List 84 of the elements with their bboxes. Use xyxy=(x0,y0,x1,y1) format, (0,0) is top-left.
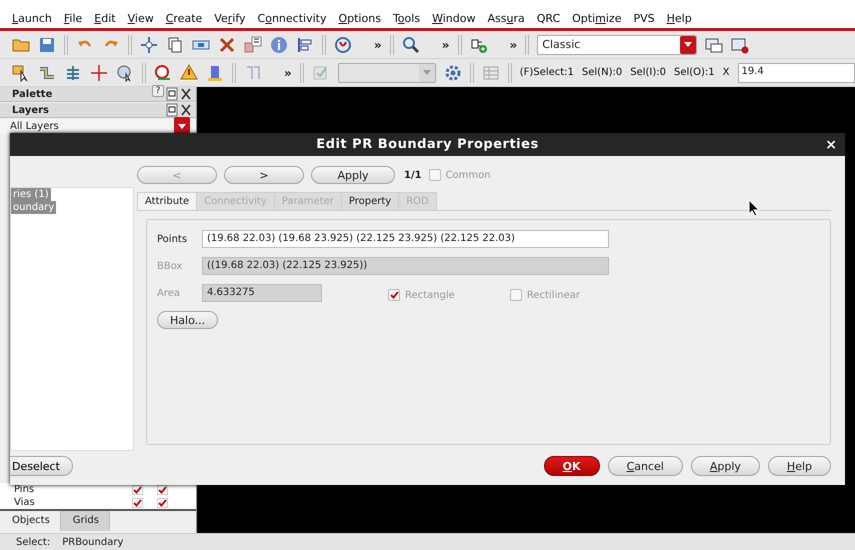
selection-count: Sel(N):0 xyxy=(582,67,622,78)
marker-icon[interactable] xyxy=(154,64,172,82)
warning-icon[interactable] xyxy=(180,64,198,82)
field-label: BBox xyxy=(157,260,184,272)
gear-icon[interactable] xyxy=(444,64,462,82)
caret-icon xyxy=(684,42,692,47)
selection-count: Sel(O):1 xyxy=(674,67,715,78)
select-cursor-icon[interactable] xyxy=(12,64,30,82)
record-counter: 1/1 xyxy=(404,170,422,180)
field-label: Points xyxy=(157,234,188,244)
move-icon[interactable] xyxy=(140,36,158,54)
overflow-chevron[interactable]: » xyxy=(510,38,518,52)
window-icon[interactable] xyxy=(705,36,724,54)
ruler-icon[interactable] xyxy=(206,64,224,82)
crosshair-icon[interactable] xyxy=(90,64,108,82)
halo-button[interactable]: Halo... xyxy=(157,311,218,329)
copy-icon[interactable] xyxy=(166,36,184,54)
menu-item[interactable]: Connectivity xyxy=(258,12,326,28)
checkbox[interactable] xyxy=(510,289,522,301)
menu-item[interactable]: Window xyxy=(432,12,476,28)
dialog-tab[interactable]: Attribute xyxy=(137,192,198,210)
nav-button[interactable]: Apply xyxy=(311,166,395,184)
panel-tab[interactable]: Grids xyxy=(60,511,110,531)
input-field[interactable]: ((19.68 22.03) (22.125 23.925)) xyxy=(202,257,609,275)
selection-count: (F)Select:1 xyxy=(520,67,574,78)
search-icon[interactable] xyxy=(402,36,420,54)
status-label: Select: xyxy=(16,536,50,548)
dialog-button[interactable]: Help xyxy=(768,456,831,476)
coordinate-field[interactable]: 19.4 xyxy=(738,62,855,82)
info-icon[interactable] xyxy=(270,36,288,54)
align-icon[interactable] xyxy=(296,36,314,54)
menu-item[interactable]: Assura xyxy=(487,12,525,28)
input-field[interactable]: 4.633275 xyxy=(202,284,322,302)
caret-icon xyxy=(178,124,186,128)
dialog-button[interactable]: Cancel xyxy=(608,456,683,476)
menu-item[interactable]: Edit xyxy=(94,12,116,28)
selectable-checkbox[interactable] xyxy=(157,498,168,508)
layers-icon[interactable] xyxy=(64,64,82,82)
window-close-icon[interactable] xyxy=(731,36,750,54)
overflow-chevron[interactable]: » xyxy=(442,38,450,52)
caret-icon xyxy=(422,70,431,75)
close-button[interactable]: × xyxy=(825,137,837,153)
dialog-title: Edit PR Boundary Properties xyxy=(316,137,539,152)
checkbox-label: Rectangle xyxy=(405,290,455,300)
checkbox-label: Common xyxy=(446,170,491,180)
selection-count: Sel(I):0 xyxy=(630,67,666,78)
save-icon[interactable] xyxy=(38,36,56,54)
float-icon[interactable] xyxy=(166,85,178,103)
overflow-chevron[interactable]: » xyxy=(374,38,382,52)
menu-item[interactable]: View xyxy=(128,12,154,28)
status-value: PRBoundary xyxy=(62,536,124,548)
menu-item[interactable]: Optimize xyxy=(572,12,622,28)
overflow-chevron[interactable]: » xyxy=(284,66,292,80)
checkbox[interactable] xyxy=(388,289,400,301)
float-icon[interactable] xyxy=(166,101,178,119)
panel-title: Layers xyxy=(12,104,49,116)
dialog-tab[interactable]: Property xyxy=(340,192,400,210)
deselect-button[interactable]: Deselect xyxy=(10,456,73,476)
dialog-button[interactable]: Apply xyxy=(690,456,760,476)
menu-item[interactable]: QRC xyxy=(536,12,560,28)
dialog-button[interactable]: OK xyxy=(544,456,600,476)
menu-item[interactable]: PVS xyxy=(633,12,655,28)
nav-button[interactable]: > xyxy=(224,166,304,184)
menu-item[interactable]: Options xyxy=(338,12,381,28)
workspace-select[interactable]: Classic xyxy=(537,34,698,54)
input-field[interactable]: (19.68 22.03) (19.68 23.925) (22.125 23.925) (22.125 22.03) xyxy=(202,230,609,248)
checkbox-label: Rectilinear xyxy=(526,290,580,300)
menu-item[interactable]: Help xyxy=(666,12,692,28)
field-label: Area xyxy=(157,288,182,298)
menu-item[interactable]: Launch xyxy=(12,12,52,28)
checkbox[interactable] xyxy=(428,169,441,181)
menu-item[interactable]: Create xyxy=(166,12,202,28)
panel-title: Palette xyxy=(12,88,52,100)
visible-checkbox[interactable] xyxy=(132,484,143,494)
mouse-cursor-icon xyxy=(748,199,760,217)
menu-item[interactable]: Verify xyxy=(214,12,246,28)
selectable-checkbox[interactable] xyxy=(157,484,168,494)
menu-item[interactable]: File xyxy=(64,12,82,28)
help-button[interactable]: ? xyxy=(152,85,164,97)
menu-item[interactable]: Tools xyxy=(392,12,420,28)
layer-filter[interactable]: All Layers xyxy=(10,120,59,132)
visible-checkbox[interactable] xyxy=(132,498,143,508)
coordinate-label: X xyxy=(722,67,730,78)
delete-icon[interactable] xyxy=(218,36,236,54)
